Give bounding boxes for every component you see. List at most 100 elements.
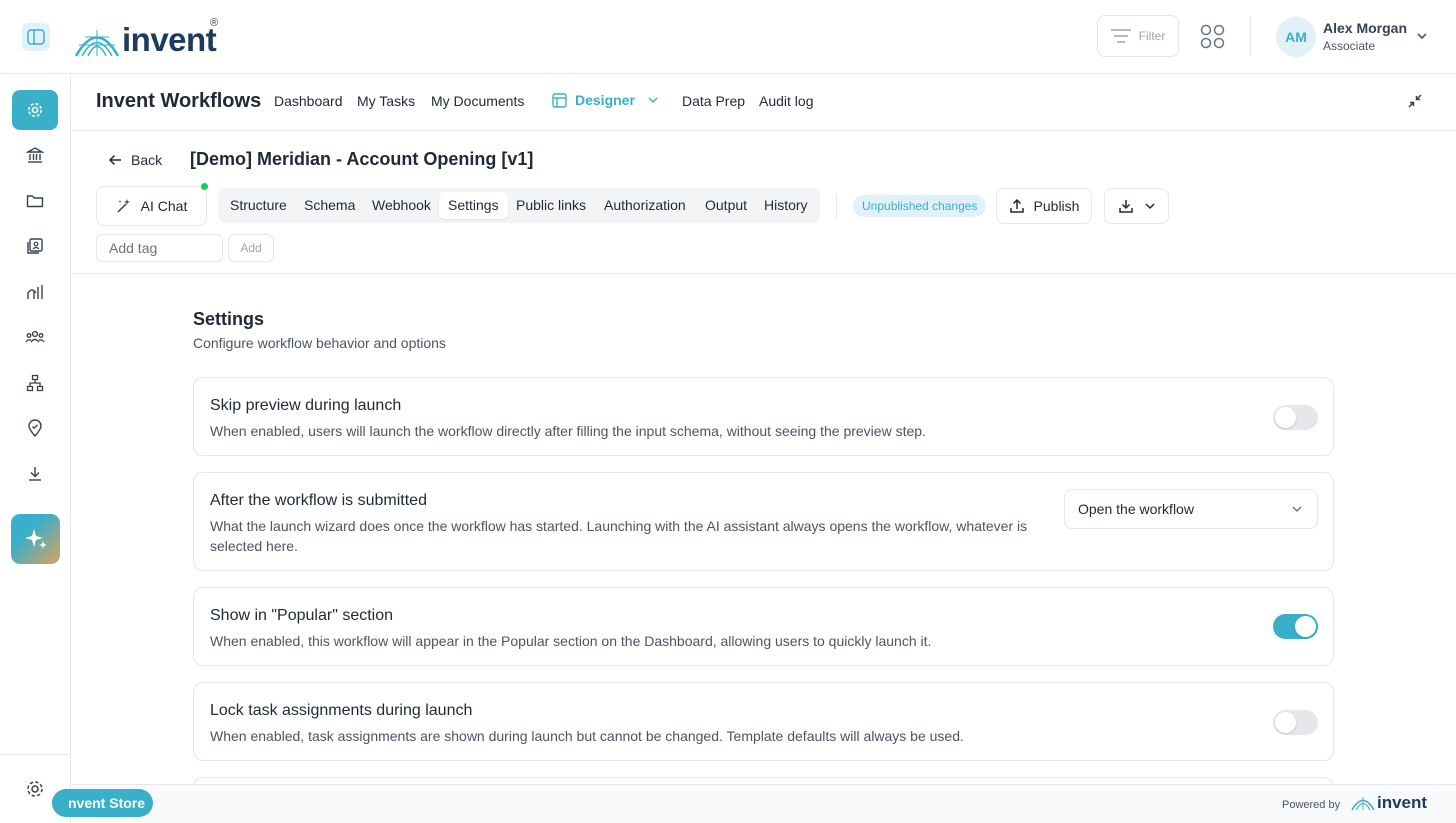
location-icon [28,419,42,437]
sidebar-item-downloads[interactable] [12,454,58,494]
header-divider [1250,16,1251,56]
users-icon [25,330,45,343]
tab-webhook[interactable]: Webhook [363,192,440,219]
sidebar-item-locations[interactable] [12,408,58,448]
top-bar: invent ® Filter AM Alex Morgan Associate [0,0,1456,74]
arrow-left-icon [108,154,121,166]
ai-assistant-button[interactable] [11,514,60,564]
tab-history[interactable]: History [755,192,817,219]
logo-registered-mark: ® [210,17,219,29]
filter-label: Filter [1138,29,1166,43]
hierarchy-icon [26,374,44,392]
toggle-knob [1275,407,1296,428]
status-badge: Unpublished changes [853,195,987,217]
footer-logo: invent [1351,793,1427,813]
chevron-down-icon [1292,506,1302,512]
logo-arc-icon [1351,797,1375,811]
tab-output[interactable]: Output [696,192,756,219]
workflow-tabs: Structure Schema Webhook Settings Public… [218,188,820,223]
setting-description: When enabled, users will launch the work… [210,423,926,439]
sidebar-item-documents[interactable] [12,226,58,266]
sidebar-item-users[interactable] [12,317,58,357]
logo-arc-icon [74,30,120,57]
avatar[interactable]: AM [1276,17,1316,57]
toggle-knob [1295,616,1316,637]
user-name[interactable]: Alex Morgan [1323,20,1407,36]
left-sidebar [0,74,71,823]
nav-designer[interactable]: Designer [552,92,659,108]
tab-public-links[interactable]: Public links [507,192,595,219]
select-value: Open the workflow [1078,501,1194,517]
invent-store-button[interactable]: nvent Store [52,789,153,817]
toolbar-separator [836,194,837,218]
footer-logo-text: invent [1377,793,1428,812]
back-label: Back [131,152,163,168]
section-subtitle: Configure workflow behavior and options [193,335,446,351]
setting-card-popular: Show in "Popular" section When enabled, … [193,587,1334,666]
folder-icon [26,195,44,208]
nav-my-documents[interactable]: My Documents [431,93,524,109]
collapse-icon[interactable] [1407,93,1423,109]
main-nav: Invent Workflows Dashboard My Tasks My D… [72,74,1456,131]
sidebar-item-bank[interactable] [12,135,58,175]
download-menu-button[interactable] [1104,188,1169,224]
logo-text: invent [122,21,217,58]
ai-chat-label: AI Chat [140,198,188,214]
lock-assignments-toggle[interactable] [1273,710,1318,735]
powered-by-label: Powered by [1282,799,1341,811]
download-icon [29,467,41,481]
setting-title: Skip preview during launch [210,397,402,414]
back-button[interactable]: Back [108,152,162,168]
publish-label: Publish [1033,198,1080,214]
sidebar-item-folders[interactable] [12,181,58,221]
ai-chat-button[interactable]: AI Chat [96,186,207,226]
setting-description: What the launch wizard does once the wor… [210,518,1028,554]
settings-icon[interactable] [24,778,46,800]
panel-toggle-button[interactable] [22,23,50,51]
online-status-dot [201,183,208,190]
app-title: Invent Workflows [96,90,262,112]
chevron-down-icon [1144,203,1155,210]
magic-wand-icon [117,199,130,213]
user-role: Associate [1323,39,1376,53]
gear-icon [28,103,42,117]
nav-dashboard[interactable]: Dashboard [274,93,343,109]
tab-structure[interactable]: Structure [221,192,296,219]
sparkle-icon [24,529,47,549]
sidebar-divider [0,754,70,755]
nav-data-prep[interactable]: Data Prep [682,93,745,109]
skip-preview-toggle[interactable] [1273,405,1318,430]
brand-logo[interactable]: invent ® [74,17,219,58]
section-title: Settings [193,309,265,329]
workflow-title: [Demo] Meridian - Account Opening [v1] [190,149,534,169]
publish-button[interactable]: Publish [996,188,1092,224]
setting-description: When enabled, this workflow will appear … [210,633,932,649]
tag-input[interactable] [96,234,223,262]
setting-card-after-submit: After the workflow is submitted What the… [193,472,1334,571]
download-icon [1118,200,1133,213]
after-submit-select[interactable]: Open the workflow [1064,489,1318,529]
nav-designer-label: Designer [575,92,635,108]
sidebar-item-hierarchy[interactable] [12,363,58,403]
setting-card-skip-preview: Skip preview during launch When enabled,… [193,377,1334,456]
sidebar-item-designer[interactable] [12,90,58,130]
nav-audit-log[interactable]: Audit log [759,93,813,109]
documents-icon [27,238,43,254]
tab-authorization[interactable]: Authorization [595,192,695,219]
add-tag-button[interactable]: Add [228,234,274,262]
apps-grid-icon[interactable] [1200,24,1226,50]
sidebar-item-analytics[interactable] [12,272,58,312]
setting-description: When enabled, task assignments are shown… [210,728,964,744]
tab-schema[interactable]: Schema [295,192,364,219]
setting-title: Show in "Popular" section [210,607,394,624]
toggle-knob [1275,712,1296,733]
sidebar-panel-icon [27,29,45,45]
show-popular-toggle[interactable] [1273,614,1318,639]
nav-my-tasks[interactable]: My Tasks [357,93,415,109]
filter-button[interactable]: Filter [1097,15,1179,57]
setting-title: Lock task assignments during launch [210,702,473,719]
footer [72,784,1456,823]
chevron-down-icon[interactable] [1416,30,1428,42]
tab-settings[interactable]: Settings [439,192,508,219]
layout-icon [552,92,567,108]
